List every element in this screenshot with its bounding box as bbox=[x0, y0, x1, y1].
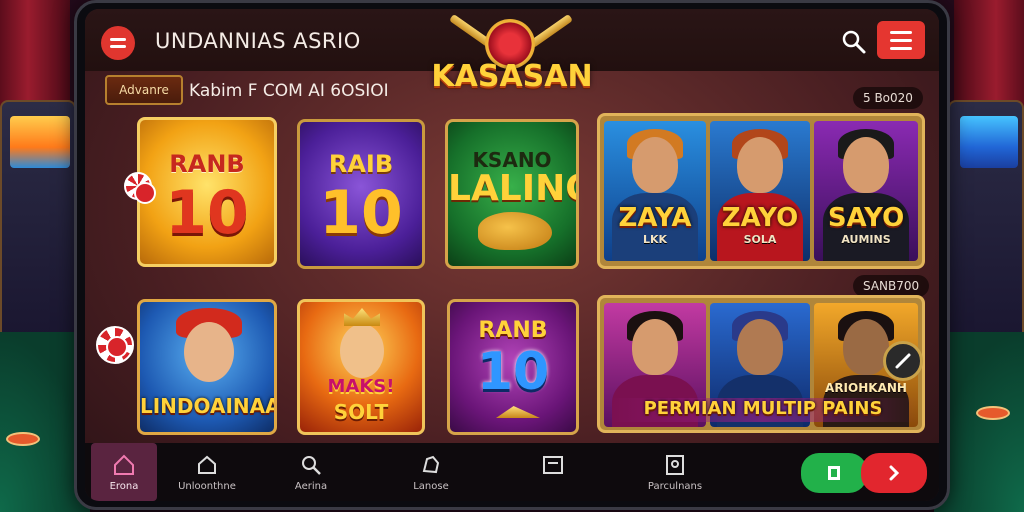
nav-label: Erona bbox=[109, 481, 139, 492]
cash-button[interactable] bbox=[801, 453, 867, 493]
game-card-subtitle: AUMINS bbox=[841, 233, 891, 246]
search-icon bbox=[299, 453, 323, 477]
poker-chip-icon bbox=[96, 326, 134, 364]
chevron-right-icon bbox=[889, 465, 900, 481]
game-card-subtitle: LKK bbox=[642, 233, 668, 246]
game-card-sayo[interactable]: SAYO AUMINS bbox=[814, 121, 918, 261]
app-screen: UNDANNIAS ASRIO KASASAN Advanre Kabim F … bbox=[85, 9, 939, 501]
game-tile-label: RANB bbox=[169, 150, 245, 178]
slot-machine-right bbox=[948, 100, 1024, 340]
search-icon[interactable] bbox=[841, 29, 867, 55]
game-tile-title: LALINO bbox=[448, 168, 576, 209]
nav-unloonthne[interactable]: Unloonthne bbox=[157, 443, 257, 501]
app-title: UNDANNIAS ASRIO bbox=[155, 29, 361, 53]
nav-aerina[interactable]: Aerina bbox=[261, 443, 361, 501]
featured-game-group-bottom[interactable]: ARIOHKANH PERMIAN MULTIP PAINS bbox=[597, 295, 925, 433]
game-tile-title: SOLT bbox=[333, 400, 389, 424]
game-tile-number: 10 bbox=[319, 178, 403, 248]
game-tile-title: LINDOAINAA bbox=[140, 394, 277, 418]
game-tile-label: RANB bbox=[478, 318, 548, 343]
nav-label: Lanose bbox=[413, 481, 449, 492]
game-card-title: SAYO bbox=[827, 203, 905, 233]
game-tile-lalino[interactable]: KSANO LALINO bbox=[445, 119, 579, 269]
crown-icon bbox=[344, 308, 380, 326]
featured-game-group-top[interactable]: ZAYA LKK ZAYO SOLA SAYO AUMINS bbox=[597, 113, 925, 269]
fish-icon bbox=[478, 212, 552, 250]
section-count-top: 5 Bo020 bbox=[853, 87, 923, 109]
game-tile-raib-10[interactable]: RAIB 10 bbox=[297, 119, 425, 269]
brand-logo: KASASAN bbox=[427, 13, 597, 101]
bottom-nav: Erona Unloonthne Aerina Lanose Parculnan… bbox=[85, 443, 939, 501]
home-icon bbox=[112, 453, 136, 477]
next-button[interactable] bbox=[861, 453, 927, 493]
subbar-text: Kabim F COM AI 6OSIOI bbox=[189, 81, 389, 101]
menu-button-left[interactable] bbox=[101, 26, 135, 60]
game-card-zayo[interactable]: ZAYO SOLA bbox=[710, 121, 810, 261]
game-tile-ranb-10[interactable]: RANB 10 bbox=[137, 117, 277, 267]
nav-cards[interactable] bbox=[503, 443, 603, 501]
poker-chip-decor bbox=[6, 432, 40, 446]
cash-icon bbox=[828, 466, 840, 480]
game-tile-ranb-10-blue[interactable]: RANB 10 bbox=[447, 299, 579, 435]
slot-machine-left bbox=[0, 100, 76, 340]
poker-chip-icon bbox=[124, 172, 156, 204]
tablet-frame: UNDANNIAS ASRIO KASASAN Advanre Kabim F … bbox=[74, 0, 950, 510]
nav-label: Unloonthne bbox=[178, 481, 236, 492]
nav-parculnans[interactable]: Parculnans bbox=[625, 443, 725, 501]
slot-machine-icon bbox=[663, 453, 687, 477]
game-tile-label: MAKS! bbox=[327, 376, 395, 397]
nav-home[interactable]: Erona bbox=[91, 443, 157, 501]
magic-wand-button[interactable] bbox=[883, 341, 923, 381]
game-card-zaya[interactable]: ZAYA LKK bbox=[604, 121, 706, 261]
game-card-subtitle: SOLA bbox=[743, 233, 777, 246]
game-tile-number: 10 bbox=[165, 178, 249, 248]
advance-badge[interactable]: Advanre bbox=[105, 75, 183, 105]
game-card-caption: ARIOHKANH bbox=[825, 381, 907, 395]
game-card-title: ZAYA bbox=[618, 203, 692, 233]
hand-icon bbox=[419, 453, 443, 477]
logo-wordmark: KASASAN bbox=[431, 59, 593, 94]
poker-chip-decor bbox=[976, 406, 1010, 420]
game-tile-maks-solt[interactable]: MAKS! SOLT bbox=[297, 299, 425, 435]
game-card-title: ZAYO bbox=[721, 203, 799, 233]
game-tile-lindoainaa[interactable]: LINDOAINAA bbox=[137, 299, 277, 435]
gold-pile-icon bbox=[496, 406, 540, 418]
promo-banner[interactable]: PERMIAN MULTIP PAINS bbox=[608, 398, 918, 422]
game-tile-number: 10 bbox=[476, 342, 550, 402]
nav-label: Parculnans bbox=[647, 481, 703, 492]
nav-label: Aerina bbox=[294, 481, 328, 492]
house-outline-icon bbox=[195, 453, 219, 477]
card-icon bbox=[541, 453, 565, 477]
nav-lanose[interactable]: Lanose bbox=[381, 443, 481, 501]
section-count-mid: SANB700 bbox=[853, 275, 930, 297]
hamburger-menu-button[interactable] bbox=[877, 21, 925, 59]
game-tile-label: RAIB bbox=[328, 150, 394, 178]
